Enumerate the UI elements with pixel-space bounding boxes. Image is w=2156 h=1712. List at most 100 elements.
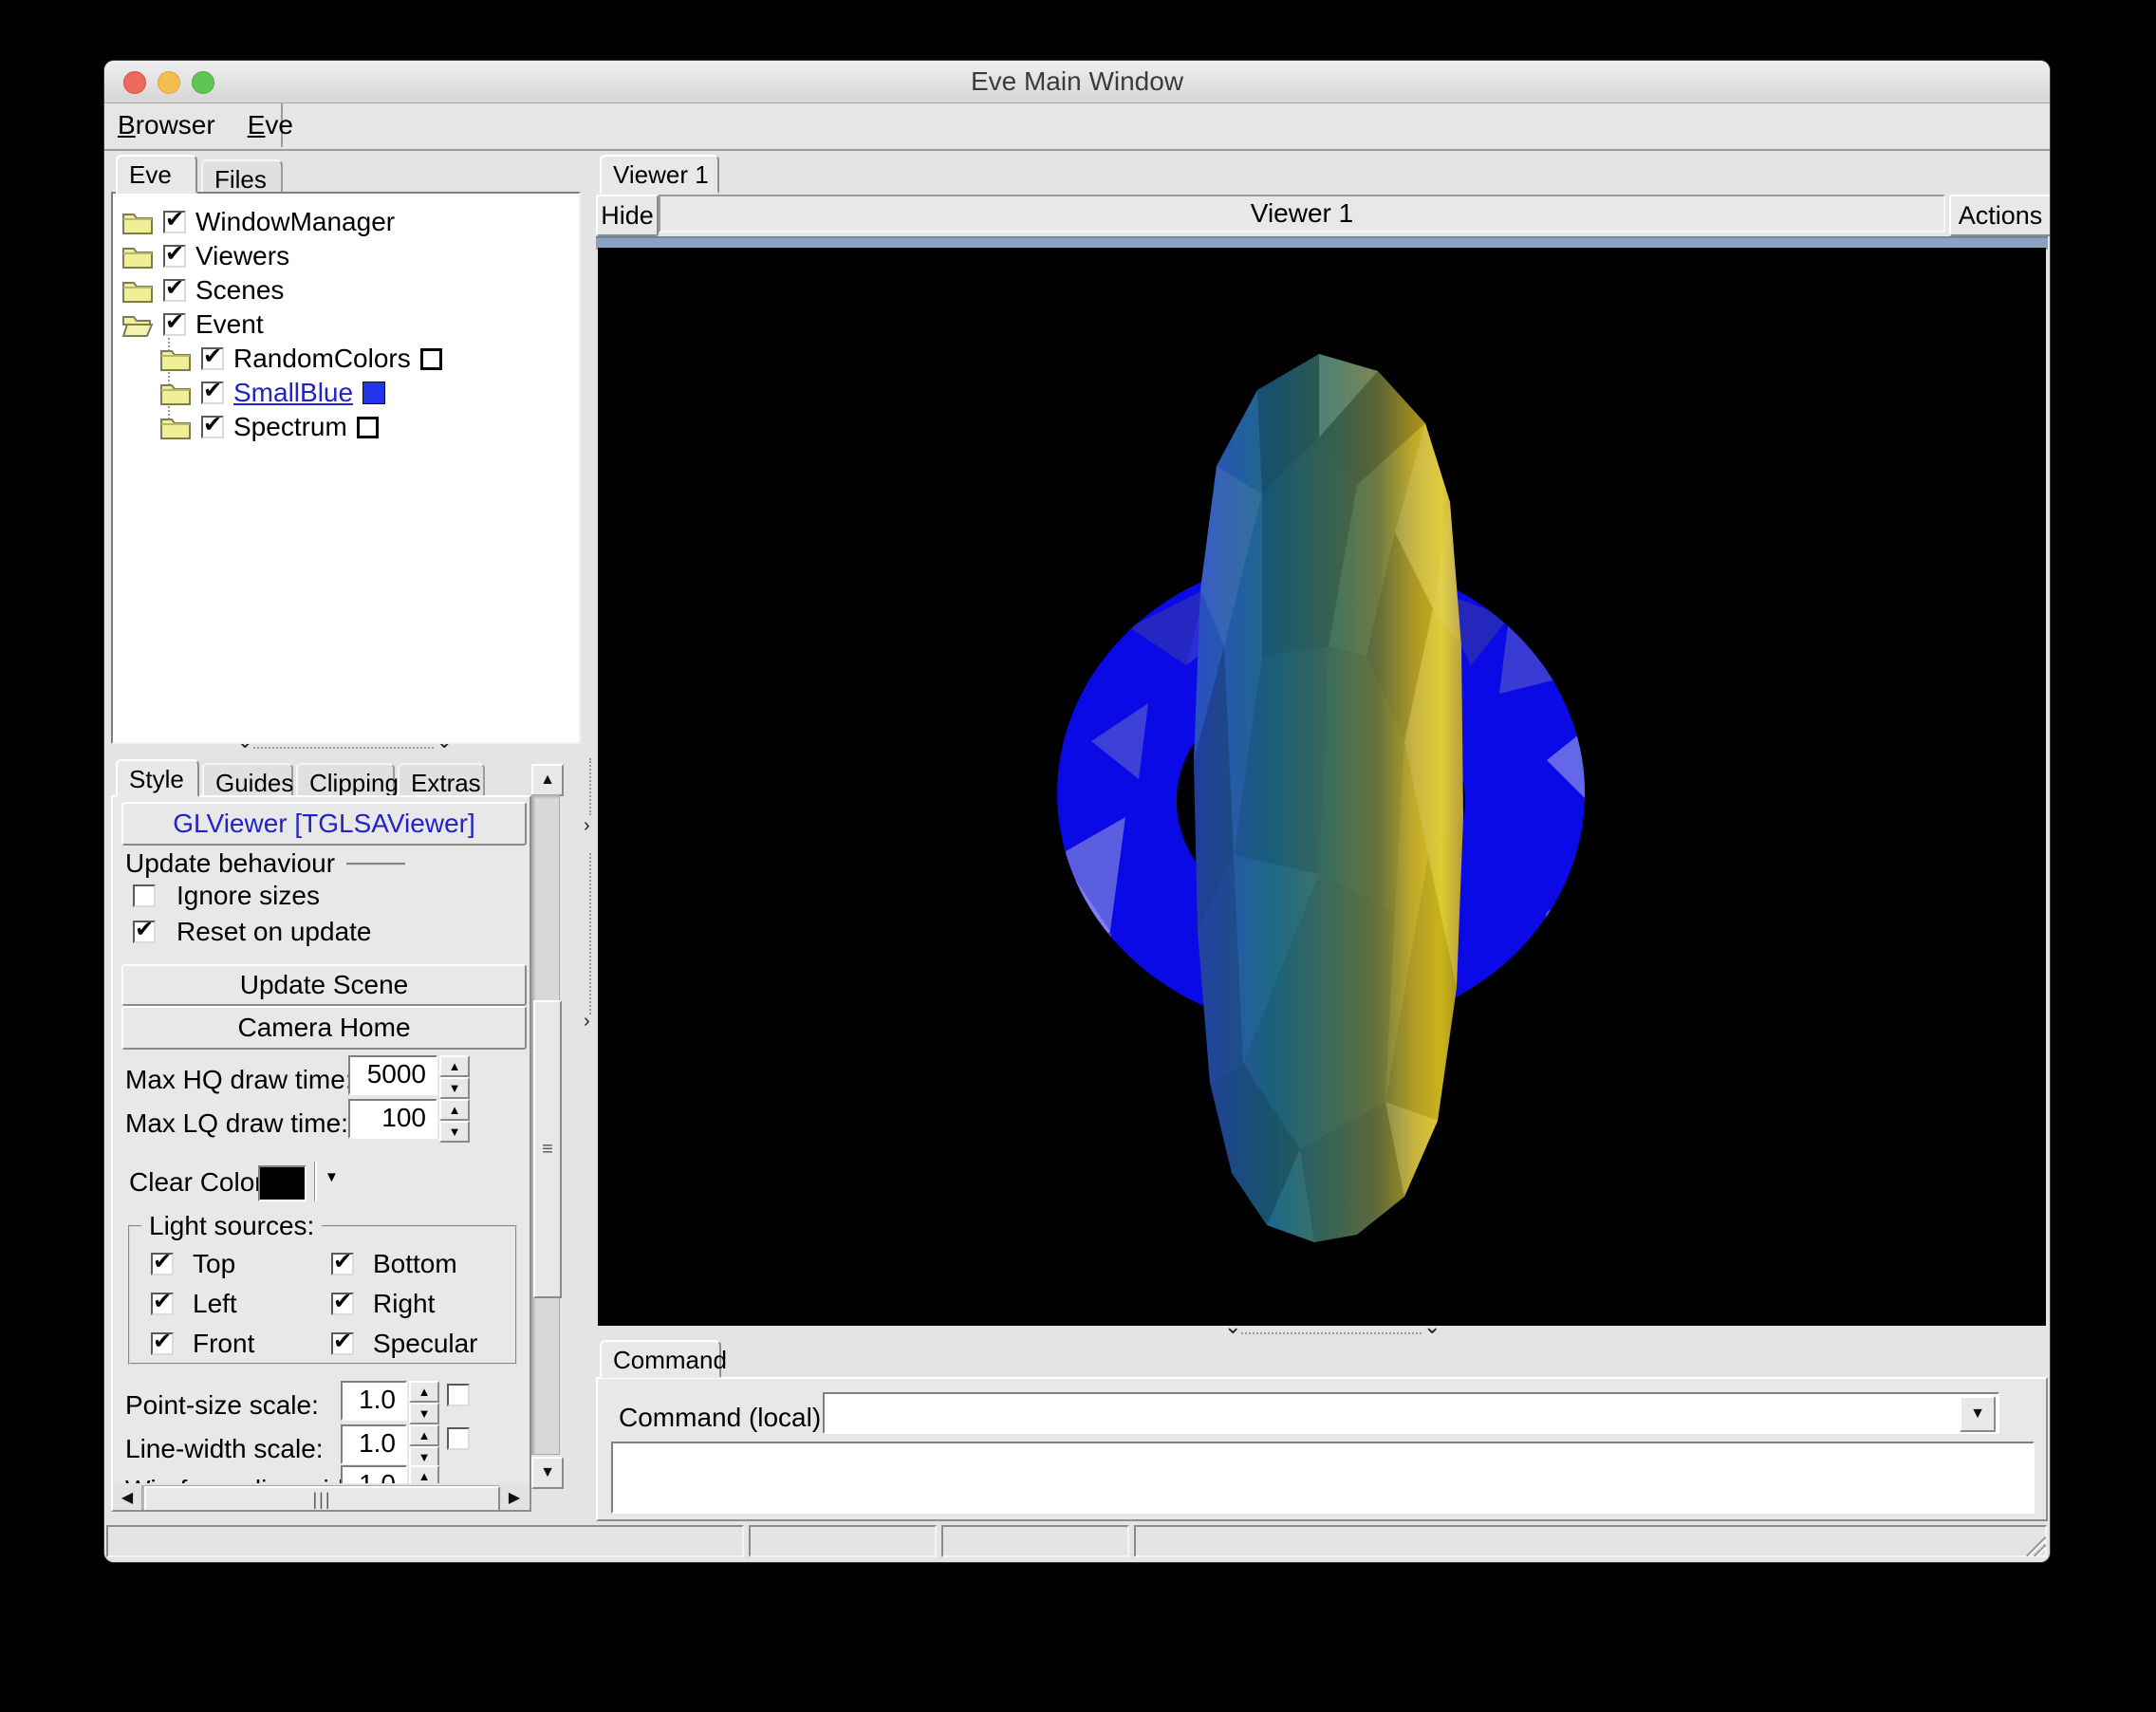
glviewer-button[interactable]: GLViewer [TGLSAViewer] xyxy=(121,802,527,846)
point-size-override-checkbox[interactable]: ✔ xyxy=(447,1384,470,1406)
hscroll-thumb[interactable]: ||| xyxy=(144,1486,500,1512)
viewer-title-bar[interactable]: Viewer 1 xyxy=(659,195,1945,233)
light-specular-checkbox[interactable]: ✔ xyxy=(331,1332,354,1355)
light-front-row: ✔Front xyxy=(151,1329,331,1359)
tab-style[interactable]: Style xyxy=(116,759,199,797)
color-marker-blue[interactable] xyxy=(362,381,385,404)
menu-browser[interactable]: Browser xyxy=(118,110,215,140)
tree-item-label[interactable]: RandomColors xyxy=(233,344,411,374)
pane-splitter[interactable]: › › xyxy=(585,151,596,1516)
style-vscroll-down-icon[interactable]: ▼ xyxy=(531,1457,564,1489)
tab-clipping[interactable]: Clipping xyxy=(296,763,395,797)
tab-eve[interactable]: Eve xyxy=(116,155,197,194)
clear-color-separator xyxy=(315,1162,317,1201)
spin-up-icon[interactable]: ▲ xyxy=(439,1099,470,1121)
tree-row-randomcolors[interactable]: ✔ RandomColors xyxy=(159,342,442,376)
light-top-checkbox[interactable]: ✔ xyxy=(151,1253,174,1275)
tree-item-label-selected[interactable]: SmallBlue xyxy=(233,378,353,408)
spin-up-icon[interactable]: ▲ xyxy=(409,1424,439,1446)
tree-row-spectrum[interactable]: ✔ Spectrum xyxy=(159,410,379,444)
clear-color-dropdown-icon[interactable]: ▼ xyxy=(325,1169,339,1185)
line-width-value[interactable]: 1.0 xyxy=(341,1424,407,1464)
max-lq-stepper: ▲ ▼ xyxy=(439,1099,470,1143)
gl-viewport[interactable] xyxy=(598,248,2046,1326)
command-local-label: Command (local): xyxy=(619,1403,828,1433)
tree-row-smallblue[interactable]: ✔ SmallBlue xyxy=(159,376,385,410)
status-cell-1 xyxy=(106,1525,744,1557)
light-right-checkbox[interactable]: ✔ xyxy=(331,1293,354,1315)
status-cell-2 xyxy=(749,1525,937,1557)
reset-on-update-checkbox[interactable]: ✔ xyxy=(133,921,156,943)
light-left-checkbox[interactable]: ✔ xyxy=(151,1293,174,1315)
viewer-command-splitter[interactable]: ⌄ ⌄ xyxy=(596,1327,2048,1339)
update-behaviour-group-label: Update behaviour xyxy=(125,848,405,879)
splitter-dots xyxy=(589,758,591,815)
update-scene-button[interactable]: Update Scene xyxy=(121,964,527,1006)
hide-button[interactable]: Hide xyxy=(596,195,659,236)
clear-color-swatch[interactable] xyxy=(258,1165,307,1201)
splitter-caret-icon: › xyxy=(584,1016,590,1026)
splitter-caret-icon: › xyxy=(584,821,590,830)
tree-item-label[interactable]: Spectrum xyxy=(233,412,347,442)
tab-extras[interactable]: Extras xyxy=(398,763,485,797)
scroll-right-icon[interactable]: ▶ xyxy=(502,1485,527,1510)
visibility-checkbox[interactable]: ✔ xyxy=(201,416,224,438)
tab-files[interactable]: Files xyxy=(201,159,283,194)
point-size-value[interactable]: 1.0 xyxy=(341,1381,407,1421)
tree-item-label[interactable]: WindowManager xyxy=(195,207,395,237)
tree-item-label[interactable]: Event xyxy=(195,309,264,340)
max-hq-label: Max HQ draw time: xyxy=(125,1065,353,1095)
tree-row-viewers[interactable]: ✔ Viewers xyxy=(121,239,289,273)
line-width-label: Line-width scale: xyxy=(125,1434,324,1464)
visibility-checkbox[interactable]: ✔ xyxy=(163,245,186,268)
color-marker-empty[interactable] xyxy=(420,348,442,370)
tab-command[interactable]: Command xyxy=(600,1340,721,1378)
light-bottom-checkbox[interactable]: ✔ xyxy=(331,1253,354,1275)
light-left-row: ✔Left xyxy=(151,1289,331,1319)
viewer-title: Viewer 1 xyxy=(1251,198,1353,229)
command-input[interactable]: ▼ xyxy=(823,1392,1999,1434)
tree-row-windowmanager[interactable]: ✔ WindowManager xyxy=(121,205,395,239)
light-right-row: ✔Right xyxy=(331,1289,504,1319)
ignore-sizes-checkbox[interactable]: ✔ xyxy=(133,884,156,907)
tree-row-scenes[interactable]: ✔ Scenes xyxy=(121,273,284,307)
visibility-checkbox[interactable]: ✔ xyxy=(163,211,186,233)
style-vscroll-thumb[interactable]: ≡ xyxy=(533,1000,562,1298)
splitter-caret-icon: ⌄ xyxy=(1224,1322,1241,1331)
spin-up-icon[interactable]: ▲ xyxy=(409,1381,439,1403)
spin-down-icon[interactable]: ▼ xyxy=(409,1403,439,1424)
menu-eve[interactable]: Eve xyxy=(248,110,293,140)
visibility-checkbox[interactable]: ✔ xyxy=(201,381,224,404)
command-dropdown-icon[interactable]: ▼ xyxy=(1960,1396,1996,1432)
tree-row-event[interactable]: ✔ Event xyxy=(121,307,264,342)
tree-item-label[interactable]: Scenes xyxy=(195,275,284,306)
color-marker-empty[interactable] xyxy=(357,417,379,438)
visibility-checkbox[interactable]: ✔ xyxy=(163,279,186,302)
command-panel: Command (local): ▼ xyxy=(596,1377,2048,1521)
splitter-caret-icon: ⌄ xyxy=(1423,1322,1440,1331)
light-front-checkbox[interactable]: ✔ xyxy=(151,1332,174,1355)
scroll-left-icon[interactable]: ◀ xyxy=(115,1485,139,1510)
command-output-area[interactable] xyxy=(611,1442,2035,1514)
visibility-checkbox[interactable]: ✔ xyxy=(163,313,186,336)
viewer-header: Hide Viewer 1 Actions xyxy=(596,193,2048,234)
max-lq-value[interactable]: 100 xyxy=(348,1099,437,1139)
spin-down-icon[interactable]: ▼ xyxy=(439,1077,470,1099)
style-vscroll-up-icon[interactable]: ▲ xyxy=(531,764,564,796)
tree-item-label[interactable]: Viewers xyxy=(195,241,289,271)
actions-button[interactable]: Actions xyxy=(1949,195,2050,236)
folder-icon xyxy=(159,345,192,372)
eve-tree-panel: ✔ WindowManager ✔ Viewers ✔ Scenes ✔ Eve… xyxy=(111,192,581,744)
resize-grip-icon[interactable] xyxy=(2021,1532,2046,1556)
camera-home-button[interactable]: Camera Home xyxy=(121,1006,527,1050)
line-width-override-checkbox[interactable]: ✔ xyxy=(447,1427,470,1450)
spin-up-icon[interactable]: ▲ xyxy=(439,1055,470,1077)
visibility-checkbox[interactable]: ✔ xyxy=(201,347,224,370)
tab-guides[interactable]: Guides xyxy=(202,763,293,797)
max-hq-value[interactable]: 5000 xyxy=(348,1055,437,1095)
spin-down-icon[interactable]: ▼ xyxy=(439,1121,470,1143)
clear-color-label: Clear Color xyxy=(129,1167,264,1198)
style-hscrollbar[interactable]: ◀ ||| ▶ xyxy=(113,1483,530,1512)
tab-viewer-1[interactable]: Viewer 1 xyxy=(600,155,719,194)
title-bar[interactable]: Eve Main Window xyxy=(104,61,2050,103)
